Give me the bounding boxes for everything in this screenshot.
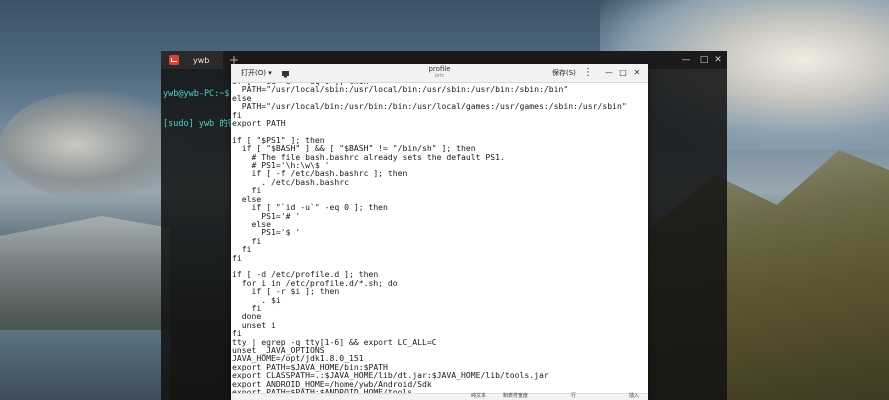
maximize-button[interactable]: □	[697, 53, 711, 67]
status-insert-mode: 插入	[629, 393, 640, 399]
terminal-app-icon	[169, 55, 179, 65]
minimize-button[interactable]: —	[679, 53, 693, 67]
text-editor-window[interactable]: 打开(O) ▾ profile /etc 保存(S) ⋮ — □ ✕ if [ …	[231, 64, 648, 400]
editor-status-bar: 纯文本 制表符宽度 行 插入	[231, 393, 648, 400]
terminal-line: [sudo] ywb 的密	[163, 119, 237, 129]
editor-file-content: if [ "`id -u`" -eq 0 ]; then PATH="/usr/…	[232, 83, 627, 396]
minimize-button[interactable]: —	[603, 67, 615, 79]
maximize-button[interactable]: □	[617, 67, 629, 79]
editor-header-bar: 打开(O) ▾ profile /etc 保存(S) ⋮ — □ ✕	[231, 64, 648, 83]
close-button[interactable]: ✕	[711, 53, 725, 67]
status-cursor-position: 行	[571, 393, 577, 399]
status-language[interactable]: 纯文本	[471, 393, 486, 400]
editor-text-area[interactable]: if [ "`id -u`" -eq 0 ]; then PATH="/usr/…	[231, 83, 648, 400]
menu-icon[interactable]: ⋮	[583, 67, 593, 79]
terminal-tab-label: ywb	[193, 55, 210, 65]
terminal-line: ywb@ywb-PC:~$ s	[163, 89, 240, 99]
save-button[interactable]: 保存(S)	[549, 67, 579, 79]
wallpaper-lake	[0, 330, 170, 400]
close-button[interactable]: ✕	[631, 67, 643, 79]
terminal-tab[interactable]: ywb	[161, 51, 223, 69]
status-tab-width[interactable]: 制表符宽度	[503, 393, 528, 400]
terminal-output[interactable]: ywb@ywb-PC:~$ s [sudo] ywb 的密	[163, 69, 240, 149]
